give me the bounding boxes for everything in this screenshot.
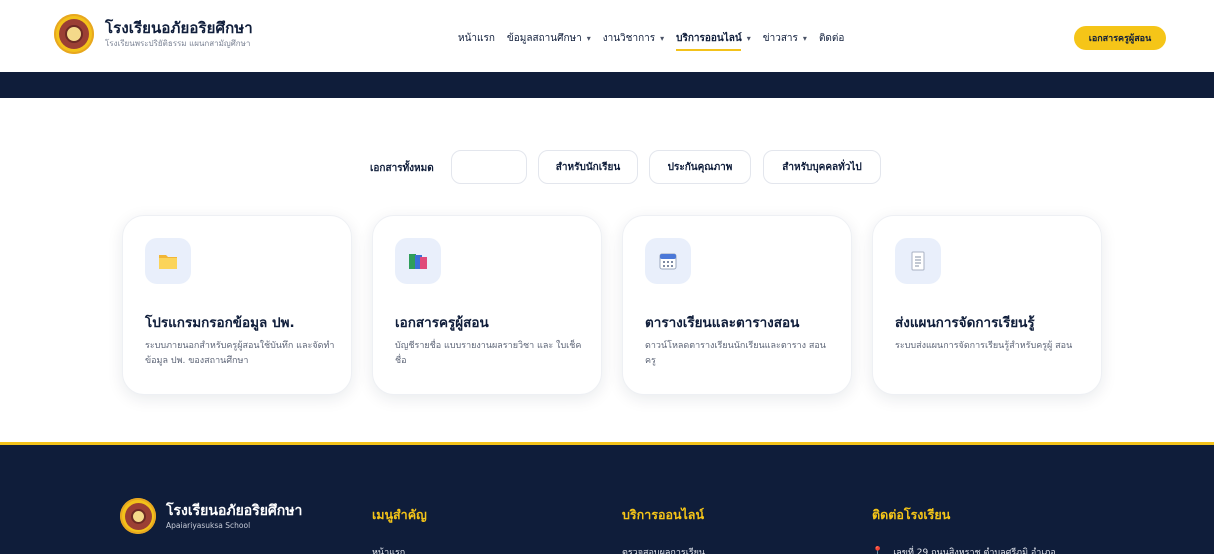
site-header: โรงเรียนอภัยอริยศึกษา โรงเรียนพระปริยัติ… <box>0 0 1214 72</box>
footer-menu-heading: เมนูสำคัญ <box>372 507 427 522</box>
site-footer: โรงเรียนอภัยอริยศึกษา Apaiariyasuksa Sch… <box>0 445 1214 554</box>
footer-menu-column: เมนูสำคัญ หน้าแรก <box>372 505 427 554</box>
brand[interactable]: โรงเรียนอภัยอริยศึกษา โรงเรียนพระปริยัติ… <box>54 14 253 54</box>
filter-blank-button[interactable] <box>451 150 527 184</box>
footer-contact-column: ติดต่อโรงเรียน 📍 เลขที่ 29 ถนนสิงหราช ตำ… <box>872 505 1056 554</box>
card-lesson-plan[interactable]: ส่งแผนการจัดการเรียนรู้ ระบบส่งแผนการจัด… <box>872 215 1102 395</box>
footer-link-home[interactable]: หน้าแรก <box>372 545 427 554</box>
footer-address-text: เลขที่ 29 ถนนสิงหราช ตำบลศรีภูมิ อำเภอ <box>893 548 1056 554</box>
card-title: ตารางเรียนและตารางสอน <box>645 315 800 331</box>
card-description: ดาวน์โหลดตารางเรียนนักเรียนและตาราง สอนค… <box>645 341 826 366</box>
brand-subtitle: โรงเรียนพระปริยัติธรรม แผนกสามัญศึกษา <box>105 38 251 48</box>
filter-all-label[interactable]: เอกสารทั้งหมด <box>370 161 434 176</box>
calendar-icon <box>645 238 691 284</box>
school-logo-icon <box>120 498 156 534</box>
card-description: ระบบส่งแผนการจัดการเรียนรู้สำหรับครูผู้ … <box>895 341 1073 351</box>
card-description: บัญชีรายชื่อ แบบรายงานผลรายวิชา และ ใบเช… <box>395 341 582 366</box>
nav-school-info[interactable]: ข้อมูลสถานศึกษา ▾ <box>507 30 591 46</box>
nav-label: ติดต่อ <box>818 32 845 44</box>
nav-contact[interactable]: ติดต่อ <box>819 30 845 46</box>
school-logo-icon <box>54 14 94 54</box>
footer-services-heading: บริการออนไลน์ <box>622 507 705 522</box>
card-teacher-documents[interactable]: เอกสารครูผู้สอน บัญชีรายชื่อ แบบรายงานผล… <box>372 215 602 395</box>
filter-students-button[interactable]: สำหรับนักเรียน <box>538 150 638 184</box>
location-pin-icon: 📍 <box>872 547 884 554</box>
footer-brand[interactable]: โรงเรียนอภัยอริยศึกษา Apaiariyasuksa Sch… <box>120 498 302 534</box>
nav-label: ข่าวสาร <box>762 32 798 44</box>
card-title: ส่งแผนการจัดการเรียนรู้ <box>895 315 1035 331</box>
chevron-down-icon: ▾ <box>746 33 751 43</box>
document-icon <box>895 238 941 284</box>
filter-quality-button[interactable]: ประกันคุณภาพ <box>649 150 751 184</box>
nav-news[interactable]: ข่าวสาร ▾ <box>763 30 807 46</box>
chevron-down-icon: ▾ <box>660 33 665 43</box>
footer-link-grades[interactable]: ตรวจสอบผลการเรียน <box>622 545 705 554</box>
nav-home[interactable]: หน้าแรก <box>458 30 495 46</box>
nav-label: หน้าแรก <box>458 32 495 44</box>
footer-brand-title: โรงเรียนอภัยอริยศึกษา <box>166 502 303 519</box>
brand-title: โรงเรียนอภัยอริยศึกษา <box>105 18 253 37</box>
card-title: โปรแกรมกรอกข้อมูล ปพ. <box>145 315 295 331</box>
filter-public-button[interactable]: สำหรับบุคคลทั่วไป <box>763 150 881 184</box>
footer-brand-subtitle: Apaiariyasuksa School <box>166 520 251 530</box>
footer-contact-heading: ติดต่อโรงเรียน <box>872 507 951 522</box>
nav-academic[interactable]: งานวิชาการ ▾ <box>603 30 664 46</box>
books-icon <box>395 238 441 284</box>
card-timetable[interactable]: ตารางเรียนและตารางสอน ดาวน์โหลดตารางเรีย… <box>622 215 852 395</box>
chevron-down-icon: ▾ <box>802 33 807 43</box>
document-filter: เอกสารทั้งหมด สำหรับนักเรียน ประกันคุณภา… <box>0 150 1214 186</box>
card-description: ระบบภายนอกสำหรับครูผู้สอนใช้บันทึก และจั… <box>145 341 335 366</box>
card-title: เอกสารครูผู้สอน <box>395 315 489 331</box>
folder-icon <box>145 238 191 284</box>
nav-label: งานวิชาการ <box>602 32 656 44</box>
footer-address: 📍 เลขที่ 29 ถนนสิงหราช ตำบลศรีภูมิ อำเภอ <box>872 545 1056 554</box>
nav-label: ข้อมูลสถานศึกษา <box>506 32 582 44</box>
nav-online-services[interactable]: บริการออนไลน์ ▾ <box>676 30 751 51</box>
nav-label: บริการออนไลน์ <box>676 32 742 44</box>
teacher-documents-button[interactable]: เอกสารครูผู้สอน <box>1074 26 1166 50</box>
header-band <box>0 72 1214 98</box>
card-bpp-program[interactable]: โปรแกรมกรอกข้อมูล ปพ. ระบบภายนอกสำหรับคร… <box>122 215 352 395</box>
main-nav: หน้าแรก ข้อมูลสถานศึกษา ▾ งานวิชาการ ▾ บ… <box>458 30 856 51</box>
chevron-down-icon: ▾ <box>586 33 591 43</box>
footer-services-column: บริการออนไลน์ ตรวจสอบผลการเรียน <box>622 505 705 554</box>
